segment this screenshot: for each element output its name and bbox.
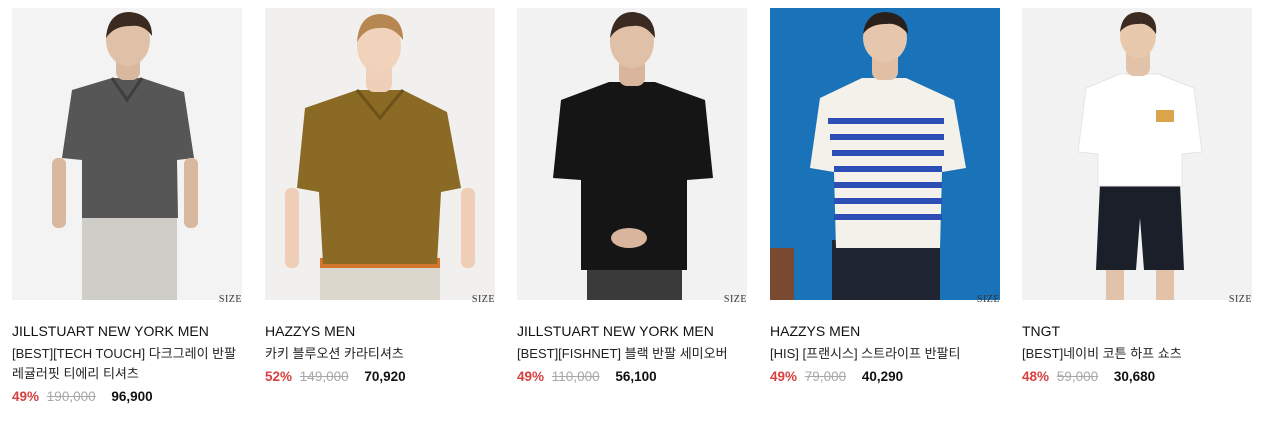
price-row: 52% 149,000 70,920 xyxy=(265,367,495,387)
product-card[interactable]: SIZE HAZZYS MEN 카키 블루오션 카라티셔츠 52% 149,00… xyxy=(265,8,495,387)
product-brand[interactable]: JILLSTUART NEW YORK MEN xyxy=(517,322,747,340)
model-photo xyxy=(265,8,495,300)
product-image[interactable] xyxy=(517,8,747,300)
product-image[interactable] xyxy=(1022,8,1252,300)
size-button[interactable]: SIZE xyxy=(472,294,495,305)
size-button[interactable]: SIZE xyxy=(1229,294,1252,305)
discount-rate: 52% xyxy=(265,369,293,384)
product-grid: SIZE JILLSTUART NEW YORK MEN [BEST][TECH… xyxy=(0,0,1268,432)
product-brand[interactable]: HAZZYS MEN xyxy=(770,322,1000,340)
sale-price: 56,100 xyxy=(615,369,657,384)
model-photo xyxy=(12,8,242,300)
product-image[interactable] xyxy=(12,8,242,300)
product-brand[interactable]: JILLSTUART NEW YORK MEN xyxy=(12,322,242,340)
model-photo xyxy=(1022,8,1252,300)
price-row: 49% 190,000 96,900 xyxy=(12,387,242,407)
size-button[interactable]: SIZE xyxy=(724,294,747,305)
product-name[interactable]: [BEST]네이비 코튼 하프 쇼츠 xyxy=(1022,344,1252,364)
product-name[interactable]: [BEST][TECH TOUCH] 다크그레이 반팔 레귤러핏 티에리 티셔츠 xyxy=(12,344,242,384)
size-button[interactable]: SIZE xyxy=(219,294,242,305)
price-row: 49% 79,000 40,290 xyxy=(770,367,1000,387)
discount-rate: 49% xyxy=(12,389,40,404)
original-price: 79,000 xyxy=(804,369,847,384)
sale-price: 30,680 xyxy=(1113,369,1156,384)
model-photo xyxy=(770,8,1000,300)
product-name[interactable]: 카키 블루오션 카라티셔츠 xyxy=(265,344,495,364)
discount-rate: 48% xyxy=(1022,369,1050,384)
product-card[interactable]: SIZE JILLSTUART NEW YORK MEN [BEST][FISH… xyxy=(517,8,747,387)
original-price: 110,000 xyxy=(551,369,600,384)
original-price: 149,000 xyxy=(299,369,349,384)
model-photo xyxy=(517,8,747,300)
product-brand[interactable]: TNGT xyxy=(1022,322,1252,340)
discount-rate: 49% xyxy=(770,369,798,384)
product-image[interactable] xyxy=(265,8,495,300)
price-row: 49% 110,000 56,100 xyxy=(517,367,747,387)
discount-rate: 49% xyxy=(517,369,545,384)
product-card[interactable]: SIZE HAZZYS MEN [HIS] [프랜시스] 스트라이프 반팔티 4… xyxy=(770,8,1000,387)
original-price: 59,000 xyxy=(1056,369,1099,384)
size-button[interactable]: SIZE xyxy=(977,294,1000,305)
product-name[interactable]: [HIS] [프랜시스] 스트라이프 반팔티 xyxy=(770,344,1000,364)
price-row: 48% 59,000 30,680 xyxy=(1022,367,1252,387)
sale-price: 40,290 xyxy=(861,369,904,384)
product-card[interactable]: SIZE JILLSTUART NEW YORK MEN [BEST][TECH… xyxy=(12,8,242,407)
product-image[interactable] xyxy=(770,8,1000,300)
original-price: 190,000 xyxy=(46,389,96,404)
product-name[interactable]: [BEST][FISHNET] 블랙 반팔 세미오버 xyxy=(517,344,747,364)
sale-price: 96,900 xyxy=(111,389,153,404)
product-brand[interactable]: HAZZYS MEN xyxy=(265,322,495,340)
product-card[interactable]: SIZE TNGT [BEST]네이비 코튼 하프 쇼츠 48% 59,000 … xyxy=(1022,8,1252,387)
sale-price: 70,920 xyxy=(364,369,406,384)
